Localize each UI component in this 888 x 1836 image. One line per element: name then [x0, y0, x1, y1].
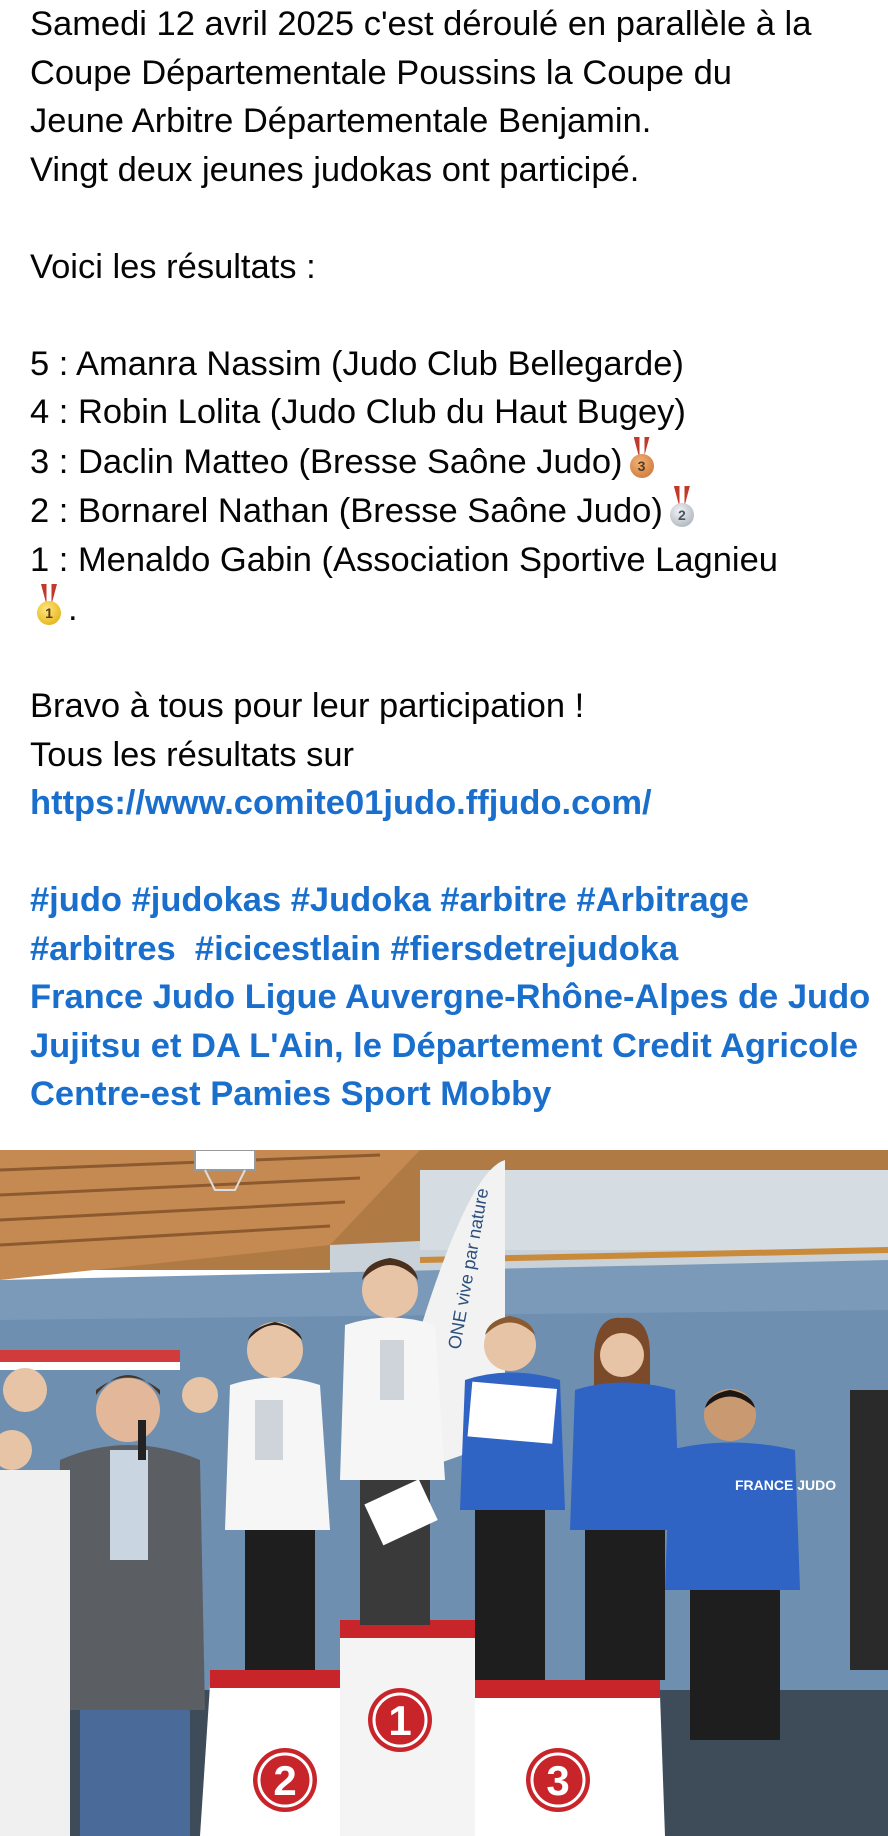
- mention-line[interactable]: Jujitsu et DA L'Ain, le Département Cred…: [30, 1022, 888, 1071]
- result-1st: 1 : Menaldo Gabin (Association Sportive …: [30, 540, 778, 579]
- mention-line[interactable]: France Judo Ligue Auvergne-Rhône-Alpes d…: [30, 973, 888, 1022]
- podium-label-1: 1: [388, 1697, 411, 1744]
- intro-line: Vingt deux jeunes judokas ont participé.: [30, 150, 640, 189]
- silver-medal-icon: 2: [669, 486, 695, 530]
- podium-photo[interactable]: ONE vive par nature 2 1 3 FRANCE JUDO: [0, 1150, 888, 1836]
- shirt-text: FRANCE JUDO: [735, 1477, 836, 1493]
- hashtags-line[interactable]: #judo #judokas #Judoka #arbitre #Arbitra…: [30, 876, 888, 925]
- result-2nd: 2 : Bornarel Nathan (Bresse Saône Judo) 2: [30, 486, 888, 536]
- result-5th: 5 : Amanra Nassim (Judo Club Bellegarde): [30, 344, 684, 383]
- podium-label-2: 2: [273, 1757, 296, 1804]
- intro-line: Jeune Arbitre Départementale Benjamin.: [30, 102, 652, 140]
- result-3rd: 3 : Daclin Matteo (Bresse Saône Judo) 3: [30, 436, 888, 487]
- intro-line: Samedi 12 avril 2025 c'est déroulé en pa…: [30, 5, 812, 43]
- intro-line: Coupe Départementale Poussins la Coupe d…: [30, 53, 732, 92]
- bronze-medal-icon: 3: [629, 436, 655, 481]
- podium-label-3: 3: [546, 1757, 569, 1804]
- mention-line[interactable]: Centre-est Pamies Sport Mobby: [30, 1070, 888, 1119]
- podium-photo-illustration: ONE vive par nature 2 1 3 FRANCE JUDO: [0, 1150, 888, 1836]
- results-link[interactable]: https://www.comite01judo.ffjudo.com/: [30, 784, 652, 822]
- all-results-text: Tous les résultats sur: [30, 735, 355, 774]
- hashtags-line[interactable]: #arbitres #icicestlain #fiersdetrejudoka: [30, 925, 888, 974]
- gold-medal-line: 1.: [30, 584, 888, 634]
- result-4th: 4 : Robin Lolita (Judo Club du Haut Buge…: [30, 393, 686, 431]
- gold-medal-icon: 1: [36, 584, 62, 628]
- results-heading: Voici les résultats :: [30, 247, 316, 286]
- bravo-text: Bravo à tous pour leur participation !: [30, 687, 585, 725]
- post-text: Samedi 12 avril 2025 c'est déroulé en pa…: [30, 0, 888, 1119]
